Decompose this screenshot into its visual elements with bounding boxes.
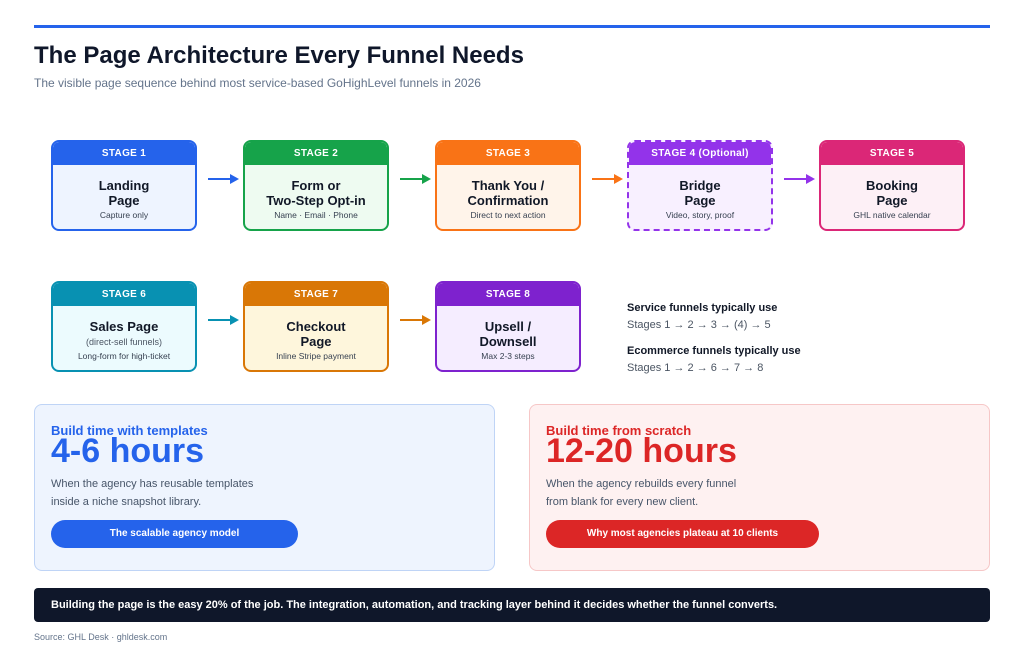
stage-desc: Name · Email · Phone [274,210,358,220]
stage-2-card: STAGE 2 Form or Two-Step Opt-in Name · E… [243,140,389,231]
ecommerce-funnels-sequence: Stages 1 → 2 → 6 → 7 → 8 [627,362,764,374]
stage-8-card: STAGE 8 Upsell / Downsell Max 2-3 steps [435,281,581,372]
service-funnels-sequence: Stages 1 → 2 → 3 → (4) → 5 [627,319,771,331]
flow-arrow-6-7 [208,315,239,325]
stage-7-card: STAGE 7 Checkout Page Inline Stripe paym… [243,281,389,372]
stage-name: Thank You / Confirmation [467,178,549,208]
stage-desc: Long-form for high-ticket [77,351,171,361]
scratch-build-time-panel: Build time from scratch 12-20 hours When… [529,404,990,571]
stage-label: STAGE 7 [245,283,387,306]
scalable-agency-model-button[interactable]: The scalable agency model [51,520,298,548]
stage-label: STAGE 2 [245,142,387,165]
service-funnels-heading: Service funnels typically use [627,302,778,314]
stage-label: STAGE 6 [53,283,195,306]
stage-label: STAGE 1 [53,142,195,165]
stage-name: Upsell / Downsell [479,319,537,349]
stage-label: STAGE 5 [821,142,963,165]
flow-arrow-4-5 [784,174,815,184]
stage-3-card: STAGE 3 Thank You / Confirmation Direct … [435,140,581,231]
panel-text: When the agency rebuilds every funnel fr… [546,478,737,508]
stage-name: Bridge Page [679,178,721,208]
page-title: The Page Architecture Every Funnel Needs [34,42,524,69]
stage-6-card: STAGE 6 Sales Page (direct-sell funnels)… [51,281,197,372]
stage-desc: Max 2-3 steps [481,351,535,361]
stage-desc: GHL native calendar [853,210,931,220]
flow-arrow-1-2 [208,174,239,184]
agencies-plateau-button[interactable]: Why most agencies plateau at 10 clients [546,520,819,548]
stage-name: Booking Page [866,178,918,208]
flow-arrow-3-4 [592,174,623,184]
stage-4-card: STAGE 4 (Optional) Bridge Page Video, st… [627,140,773,231]
top-accent-bar [34,25,990,28]
stage-name: Form or Two-Step Opt-in [266,178,366,208]
stage-desc: Direct to next action [470,210,546,220]
stage-sub: (direct-sell funnels) [85,337,163,347]
flow-arrow-7-8 [400,315,431,325]
ecommerce-funnels-heading: Ecommerce funnels typically use [627,345,801,357]
panel-value: 4-6 hours [51,432,205,470]
stage-desc: Video, story, proof [665,210,735,220]
stage-desc: Inline Stripe payment [276,351,356,361]
stage-label: STAGE 3 [437,142,579,165]
stage-name: Checkout Page [286,319,346,349]
stage-name: Landing Page [98,178,150,208]
templates-build-time-panel: Build time with templates 4-6 hours When… [34,404,495,571]
stage-name: Sales Page [89,319,159,334]
flow-arrow-2-3 [400,174,431,184]
page-subtitle: The visible page sequence behind most se… [34,76,481,90]
panel-text: When the agency has reusable templates i… [51,478,254,508]
footer-banner: Building the page is the easy 20% of the… [34,588,990,622]
stage-1-card: STAGE 1 Landing Page Capture only [51,140,197,231]
stage-desc: Capture only [99,210,149,220]
stage-label: STAGE 8 [437,283,579,306]
source-credit: Source: GHL Desk · ghldesk.com [34,632,168,642]
stage-label: STAGE 4 (Optional) [629,142,771,165]
panel-value: 12-20 hours [546,432,737,470]
stage-5-card: STAGE 5 Booking Page GHL native calendar [819,140,965,231]
